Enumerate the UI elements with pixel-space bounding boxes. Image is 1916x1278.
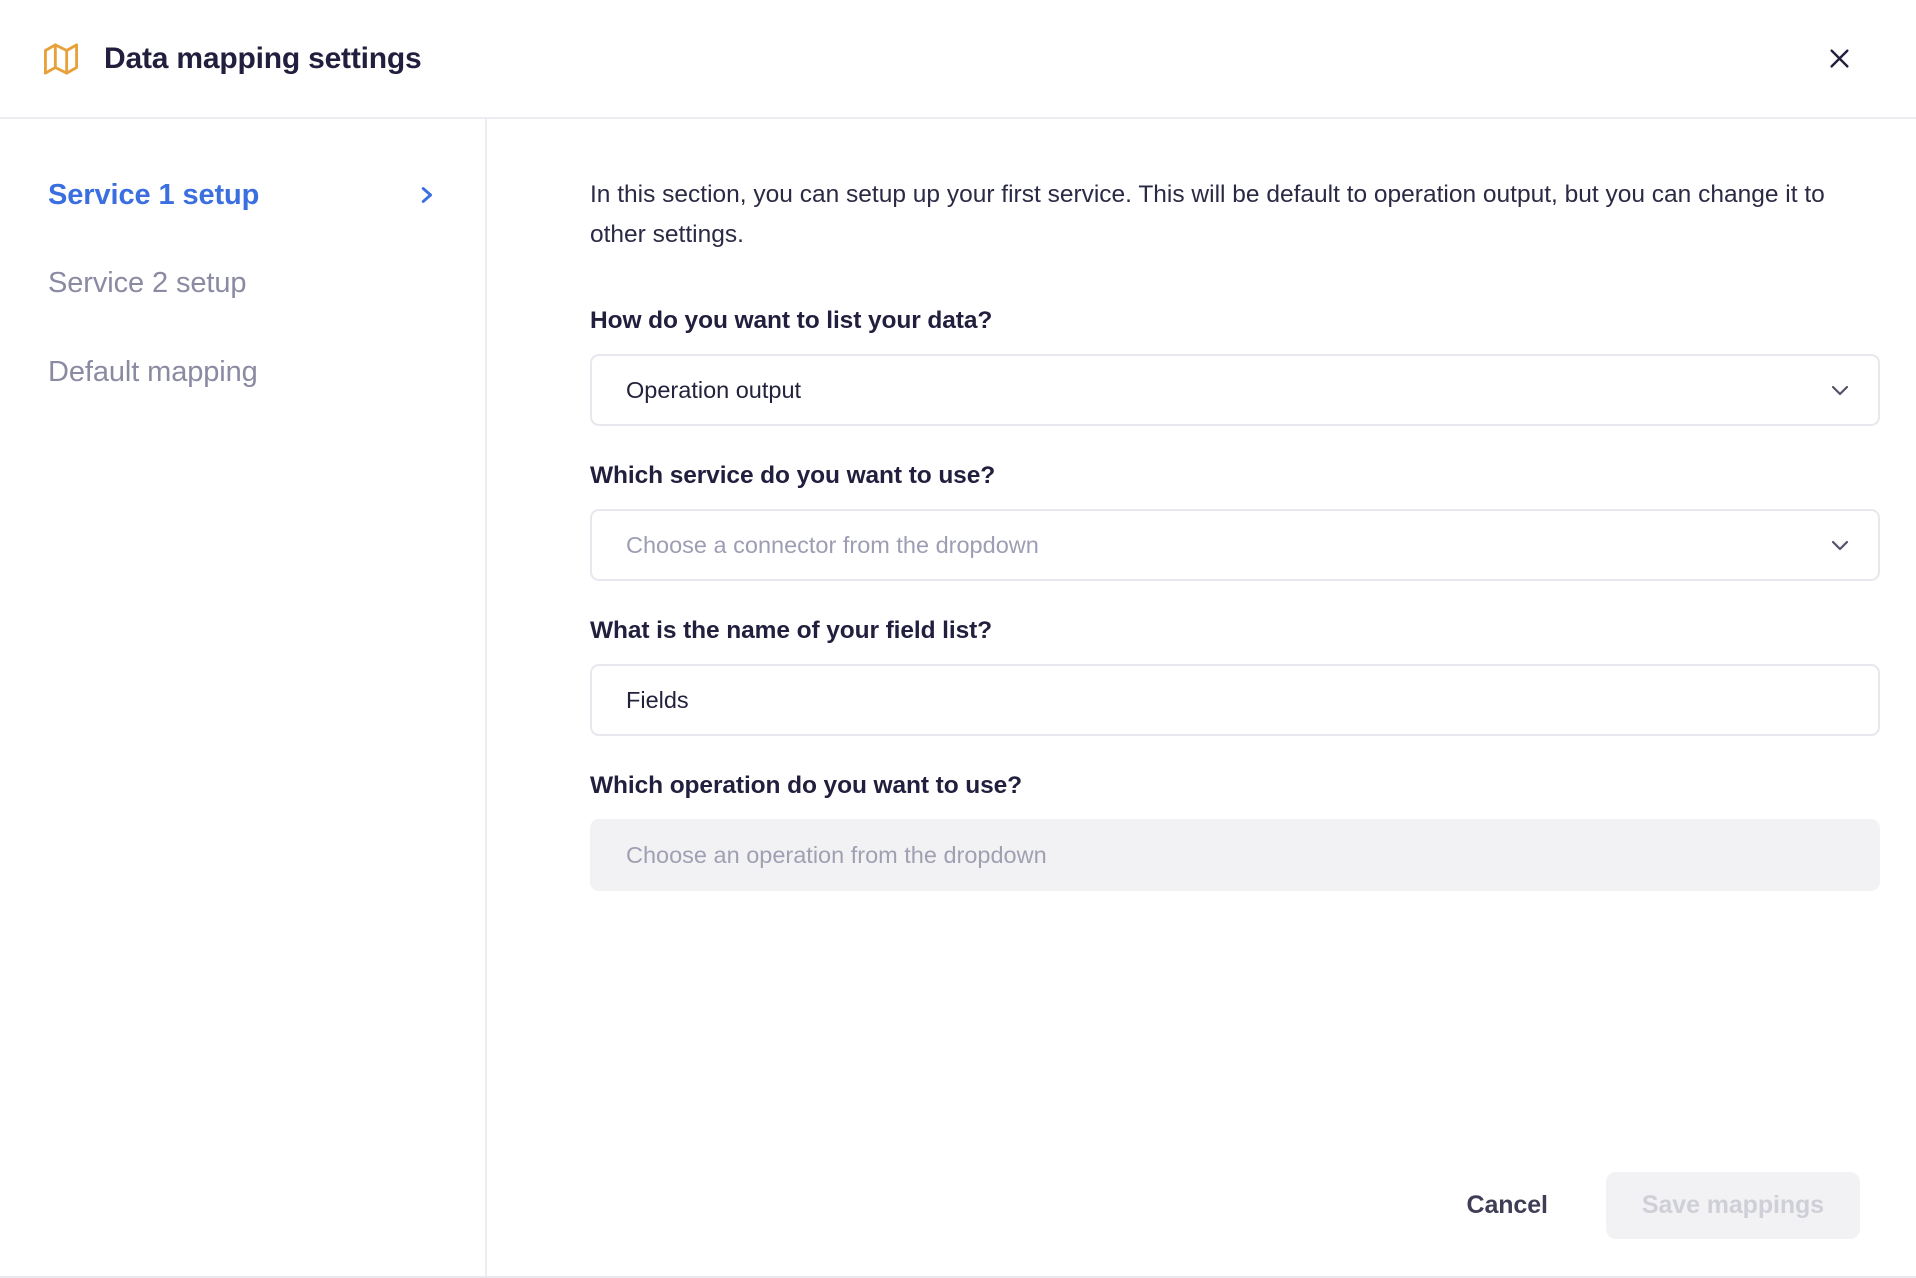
field-list-name-input[interactable]: Fields bbox=[590, 664, 1880, 736]
cancel-button[interactable]: Cancel bbox=[1439, 1173, 1576, 1238]
modal-header: Data mapping settings bbox=[0, 0, 1916, 119]
close-icon[interactable] bbox=[1816, 36, 1862, 82]
field-list-name-input-value: Fields bbox=[626, 689, 1852, 713]
section-description: In this section, you can setup up your f… bbox=[590, 175, 1880, 254]
page-title: Data mapping settings bbox=[104, 41, 422, 77]
modal-footer: Cancel Save mappings bbox=[487, 1158, 1916, 1276]
modal-header-left: Data mapping settings bbox=[44, 41, 1816, 77]
field-label-list-data: How do you want to list your data? bbox=[590, 307, 1880, 335]
field-label-field-list-name: What is the name of your field list? bbox=[590, 617, 1880, 645]
settings-main-panel: In this section, you can setup up your f… bbox=[487, 119, 1916, 1276]
settings-sidebar: Service 1 setup Service 2 setup Default … bbox=[0, 119, 487, 1276]
field-label-operation: Which operation do you want to use? bbox=[590, 772, 1880, 800]
sidebar-item-label: Default mapping bbox=[48, 354, 258, 390]
sidebar-item-label: Service 2 setup bbox=[48, 265, 246, 301]
sidebar-item-service-2-setup[interactable]: Service 2 setup bbox=[48, 265, 439, 301]
settings-form: In this section, you can setup up your f… bbox=[487, 119, 1916, 1158]
map-icon bbox=[44, 42, 78, 76]
field-group-field-list-name: What is the name of your field list? Fie… bbox=[590, 617, 1880, 736]
sidebar-item-service-1-setup[interactable]: Service 1 setup bbox=[48, 177, 439, 213]
field-group-operation: Which operation do you want to use? Choo… bbox=[590, 772, 1880, 891]
save-mappings-button: Save mappings bbox=[1606, 1172, 1860, 1239]
chevron-down-icon bbox=[1828, 378, 1852, 402]
operation-select-placeholder: Choose an operation from the dropdown bbox=[626, 844, 1852, 868]
field-group-list-data: How do you want to list your data? Opera… bbox=[590, 307, 1880, 426]
chevron-down-icon bbox=[1828, 533, 1852, 557]
sidebar-item-label: Service 1 setup bbox=[48, 177, 259, 213]
field-label-service: Which service do you want to use? bbox=[590, 462, 1880, 490]
modal-body: Service 1 setup Service 2 setup Default … bbox=[0, 119, 1916, 1276]
chevron-right-icon bbox=[415, 184, 437, 206]
list-data-select-value: Operation output bbox=[626, 379, 1816, 403]
operation-select: Choose an operation from the dropdown bbox=[590, 819, 1880, 891]
service-connector-select-placeholder: Choose a connector from the dropdown bbox=[626, 534, 1816, 558]
service-connector-select[interactable]: Choose a connector from the dropdown bbox=[590, 509, 1880, 581]
data-mapping-settings-modal: Data mapping settings Service 1 setup Se bbox=[0, 0, 1916, 1278]
sidebar-item-default-mapping[interactable]: Default mapping bbox=[48, 354, 439, 390]
field-group-service: Which service do you want to use? Choose… bbox=[590, 462, 1880, 581]
list-data-select[interactable]: Operation output bbox=[590, 354, 1880, 426]
